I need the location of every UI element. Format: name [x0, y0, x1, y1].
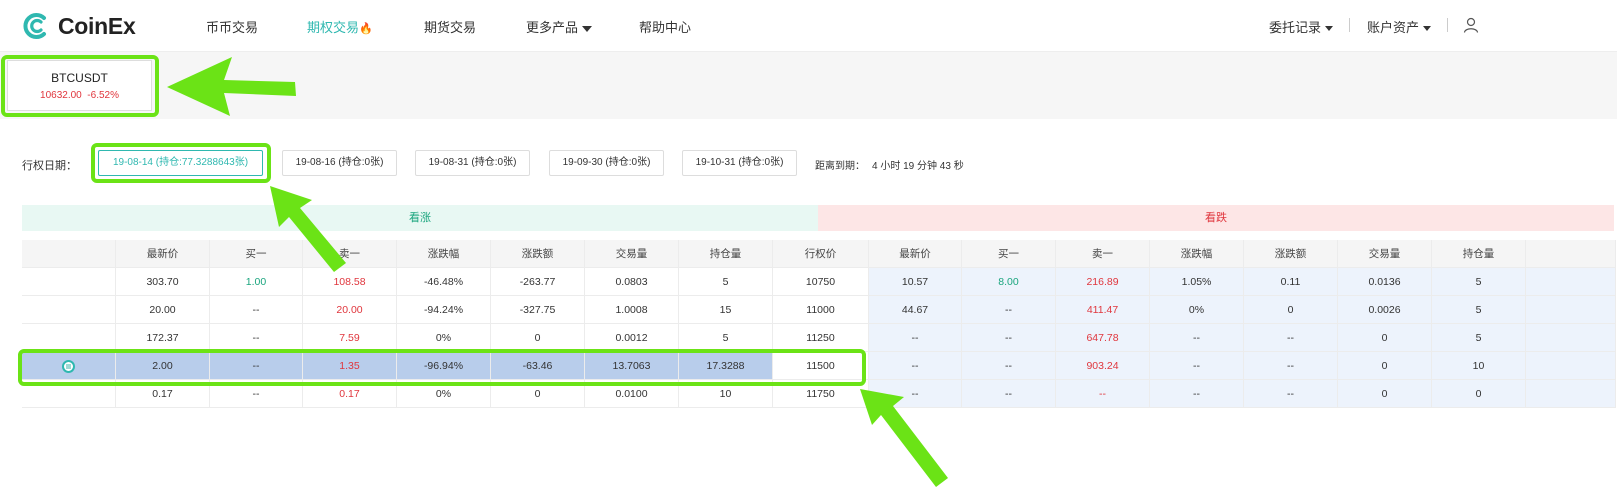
arrow-expiry [270, 186, 346, 272]
options-trading-page: CoinEx 币币交易 期权交易🔥 期货交易 更多产品 帮助中心 委托记录 账户… [0, 0, 1617, 492]
arrow-row [860, 389, 948, 487]
annotation-arrows [167, 57, 948, 487]
arrow-market [167, 57, 296, 116]
